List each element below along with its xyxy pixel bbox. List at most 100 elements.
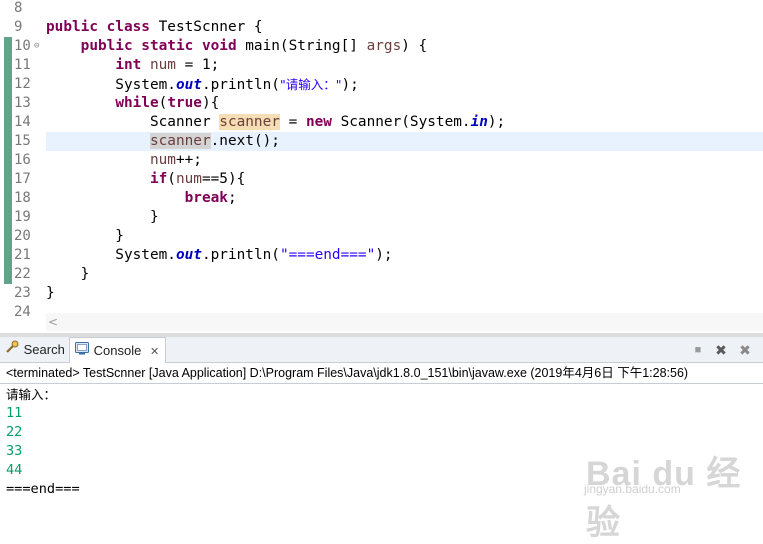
line-gutter[interactable]: 11 [0, 56, 46, 75]
remove-launch-icon[interactable]: ✖ [713, 342, 729, 358]
code-text[interactable]: } [46, 265, 90, 284]
line-gutter[interactable]: 19 [0, 208, 46, 227]
code-token: ){ [201, 95, 220, 111]
line-gutter[interactable]: 9 [0, 18, 46, 37]
code-token: ( [158, 95, 168, 111]
code-token: ); [341, 77, 359, 93]
code-text[interactable]: if(num==5){ [46, 170, 245, 189]
line-gutter[interactable]: 10 ⊖ [0, 37, 46, 56]
line-number: 19 [14, 209, 31, 225]
change-marker [4, 0, 12, 18]
code-line[interactable]: 23} [0, 284, 763, 303]
code-text[interactable]: num++; [46, 151, 202, 170]
code-token: } [46, 209, 159, 225]
change-marker [4, 18, 12, 37]
code-token: num [149, 57, 176, 73]
code-line[interactable]: 19 } [0, 208, 763, 227]
code-line[interactable]: 14 Scanner scanner = new Scanner(System.… [0, 113, 763, 132]
code-line[interactable]: 15 scanner.next(); [0, 132, 763, 151]
line-gutter[interactable]: 23 [0, 284, 46, 303]
code-token: ==5){ [201, 171, 246, 187]
change-marker [4, 208, 12, 227]
change-marker [4, 246, 12, 265]
code-token: .next(); [210, 133, 280, 149]
code-text[interactable]: System.out.println("请输入："); [46, 75, 359, 95]
line-gutter[interactable]: 15 [0, 132, 46, 151]
code-text[interactable]: public static void main(String[] args) { [46, 37, 428, 56]
line-number: 15 [14, 133, 31, 149]
code-line[interactable]: 22 } [0, 265, 763, 284]
code-line[interactable]: 8 [0, 0, 763, 18]
scroll-left-arrow-icon[interactable]: < [48, 313, 58, 331]
code-text[interactable]: while(true){ [46, 94, 219, 113]
code-line[interactable]: 17 if(num==5){ [0, 170, 763, 189]
editor-horizontal-scrollbar[interactable]: < [46, 313, 763, 331]
code-token: scanner [219, 114, 280, 130]
code-token: true [167, 95, 202, 111]
code-token: = [279, 114, 306, 130]
code-editor[interactable]: 8 9 public class TestScnner {10 ⊖ public st… [0, 0, 763, 333]
change-marker [4, 284, 12, 303]
code-token: public class [46, 19, 150, 35]
code-line[interactable]: 12 System.out.println("请输入："); [0, 75, 763, 94]
line-number: 22 [14, 266, 31, 282]
code-text[interactable]: } [46, 227, 124, 246]
line-number: 14 [14, 114, 31, 130]
console-output-line: 22 [6, 424, 23, 440]
fold-collapse-icon[interactable]: ⊖ [34, 41, 39, 51]
code-line[interactable]: 9 public class TestScnner { [0, 18, 763, 37]
console-output-line: 11 [6, 405, 23, 421]
line-number: 16 [14, 152, 31, 168]
code-line[interactable]: 11 int num = 1; [0, 56, 763, 75]
change-marker [4, 303, 12, 322]
line-gutter[interactable]: 13 [0, 94, 46, 113]
code-text[interactable]: } [46, 208, 159, 227]
change-marker [4, 56, 12, 75]
code-line[interactable]: 16 num++; [0, 151, 763, 170]
code-token: Scanner(System. [331, 114, 471, 130]
change-marker [4, 227, 12, 246]
code-token: = 1; [175, 57, 220, 73]
code-token: ++; [175, 152, 202, 168]
code-text[interactable]: int num = 1; [46, 56, 219, 75]
line-number: 21 [14, 247, 31, 263]
line-gutter[interactable]: 17 [0, 170, 46, 189]
line-number: 20 [14, 228, 31, 244]
code-text[interactable]: scanner.next(); [46, 132, 280, 151]
code-line[interactable]: 10 ⊖ public static void main(String[] arg… [0, 37, 763, 56]
terminate-icon[interactable]: ■ [690, 342, 706, 358]
code-line[interactable]: 18 break; [0, 189, 763, 208]
line-gutter[interactable]: 14 [0, 113, 46, 132]
console-output-line: ===end=== [6, 481, 80, 497]
code-line[interactable]: 20 } [0, 227, 763, 246]
code-token: num [149, 152, 176, 168]
remove-all-terminated-icon[interactable]: ✖ [737, 342, 753, 358]
code-line[interactable]: 13 while(true){ [0, 94, 763, 113]
line-gutter[interactable]: 24 [0, 303, 46, 322]
code-text[interactable]: public class TestScnner { [46, 18, 263, 37]
code-line[interactable]: 21 System.out.println("===end==="); [0, 246, 763, 265]
line-number: 23 [14, 285, 31, 301]
console-info-separator [0, 383, 763, 384]
tab-console[interactable]: Console ✕ [69, 337, 166, 363]
close-tab-icon[interactable]: ✕ [150, 346, 159, 358]
line-gutter[interactable]: 21 [0, 246, 46, 265]
line-gutter[interactable]: 16 [0, 151, 46, 170]
code-text[interactable]: } [46, 284, 55, 303]
change-marker [4, 94, 12, 113]
line-gutter[interactable]: 12 [0, 75, 46, 94]
line-number: 13 [14, 95, 31, 111]
line-gutter[interactable]: 22 [0, 265, 46, 284]
console-tab-bar: Search Console ✕ ■ ✖ ✖ [0, 337, 763, 363]
console-output-line: 请输入： [6, 387, 57, 402]
tab-search[interactable]: Search [4, 337, 68, 362]
code-text[interactable]: break; [46, 189, 237, 208]
line-gutter[interactable]: 18 [0, 189, 46, 208]
code-text[interactable]: System.out.println("===end==="); [46, 246, 392, 265]
code-token: num [175, 171, 202, 187]
code-text[interactable]: Scanner scanner = new Scanner(System.in)… [46, 113, 505, 132]
line-gutter[interactable]: 20 [0, 227, 46, 246]
line-gutter[interactable]: 8 [0, 0, 46, 18]
